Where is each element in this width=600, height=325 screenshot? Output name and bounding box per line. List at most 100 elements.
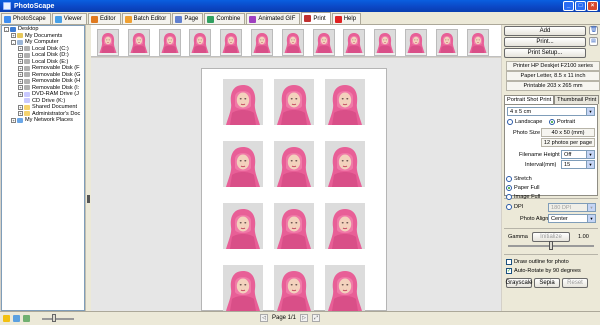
rotate-icon[interactable]	[13, 315, 20, 322]
stretch-label: Stretch	[514, 176, 532, 182]
prev-page-button[interactable]: ◁	[260, 314, 268, 322]
expand-toggle-icon[interactable]: +	[18, 46, 23, 52]
tab-page[interactable]: Page	[172, 13, 204, 24]
tree-item[interactable]: + My Network Places	[2, 117, 84, 124]
photo-thumbnail[interactable]	[97, 29, 119, 56]
tree-item-label: My Computer	[25, 39, 59, 46]
tab-animated-gif[interactable]: Animated GIF	[246, 13, 301, 24]
dpi-radio[interactable]: DPI	[506, 204, 523, 210]
maximize-button[interactable]: □	[575, 1, 586, 11]
expand-toggle-icon[interactable]: +	[18, 78, 23, 84]
zoom-slider-track[interactable]	[42, 318, 74, 320]
draw-outline-checkbox[interactable]: Draw outline for photo	[506, 259, 569, 265]
tab-combine[interactable]: Combine	[204, 13, 246, 24]
next-page-button[interactable]: ▷	[300, 314, 309, 322]
photo-thumbnail[interactable]	[251, 29, 273, 56]
dpi-radio-dot	[506, 204, 512, 210]
photo-thumbnail[interactable]	[405, 29, 427, 56]
tab-label: Editor	[99, 16, 116, 22]
star-icon[interactable]	[3, 315, 10, 322]
expand-toggle-icon[interactable]: +	[18, 72, 23, 78]
folder-icon[interactable]	[23, 315, 30, 322]
grayscale-button[interactable]: Grayscale	[506, 278, 533, 288]
photo-thumbnail[interactable]	[374, 29, 397, 56]
tab-batch-editor[interactable]: Batch Editor	[121, 13, 172, 24]
zoom-slider-handle[interactable]	[52, 314, 56, 322]
photo-thumbnail[interactable]	[189, 29, 212, 56]
expand-toggle-icon[interactable]: +	[18, 52, 23, 58]
photo-thumbnail[interactable]	[281, 29, 304, 56]
print-button[interactable]: Print...	[504, 37, 586, 47]
paper-full-radio-dot	[506, 185, 512, 191]
fit-icon[interactable]: ⤢	[312, 314, 321, 322]
tab-label: Page	[184, 16, 199, 22]
printed-photo	[274, 79, 314, 125]
tab-photoscape[interactable]: PhotoScape	[1, 13, 51, 24]
tab-portrait-shot-print[interactable]: Portrait Shot Print	[504, 95, 555, 104]
tree-item-label: Local Disk (D:)	[32, 52, 69, 59]
expand-toggle-icon[interactable]: +	[11, 117, 16, 123]
folder-tree[interactable]: - Desktop + My Documents - My Computer + Local …	[1, 25, 85, 311]
stretch-radio[interactable]: Stretch	[506, 176, 532, 182]
photo-align-select[interactable]: Center ▼	[548, 214, 596, 223]
landscape-radio[interactable]: Landscape	[507, 119, 542, 125]
paper-full-radio[interactable]: Paper Full	[506, 185, 540, 191]
thumbnail-strip	[91, 25, 501, 57]
expand-toggle-icon[interactable]: +	[18, 59, 23, 65]
photo-thumbnail[interactable]	[158, 29, 181, 56]
tab-print[interactable]: Print	[301, 12, 331, 24]
tab-viewer[interactable]: Viewer	[51, 13, 87, 24]
photo-align-value: Center	[551, 215, 568, 222]
tab-help[interactable]: Help	[331, 13, 362, 24]
interval-select[interactable]: 15 ▼	[561, 160, 595, 169]
splitter-grip[interactable]	[87, 195, 90, 203]
expand-toggle-icon[interactable]: -	[11, 39, 16, 45]
tab-editor[interactable]: Editor	[87, 13, 121, 24]
printed-photo	[274, 203, 314, 249]
fold-icon	[24, 111, 30, 117]
tree-item-label: Local Disk (E:)	[32, 58, 69, 65]
expand-toggle-icon[interactable]: +	[18, 65, 23, 71]
expand-toggle-icon[interactable]: +	[18, 111, 23, 117]
filename-height-select[interactable]: Off ▼	[561, 150, 595, 159]
dvd-icon	[24, 91, 30, 97]
auto-rotate-checkbox[interactable]: ✓ Auto-Rotate by 90 degrees	[506, 268, 581, 274]
divider	[504, 228, 598, 229]
minimize-button[interactable]: _	[563, 1, 574, 11]
disk-icon	[24, 52, 30, 58]
comp-icon	[17, 39, 23, 45]
photo-thumbnail[interactable]	[220, 29, 243, 56]
tab-thumbnail-print[interactable]: Thumbnail Print	[554, 95, 600, 104]
image-full-radio[interactable]: Image Full	[506, 194, 540, 200]
expand-toggle-icon[interactable]: +	[18, 85, 23, 91]
tree-item-label: Local Disk (C:)	[32, 45, 69, 52]
chevron-down-icon: ▼	[587, 215, 595, 222]
paper-full-label: Paper Full	[514, 185, 540, 191]
dpi-select[interactable]: 180 DPI ▼	[548, 203, 596, 212]
close-button[interactable]: ×	[587, 1, 598, 11]
expand-toggle-icon[interactable]: +	[18, 104, 23, 110]
portrait-radio[interactable]: Portrait	[549, 119, 575, 125]
photo-thumbnail[interactable]	[466, 29, 489, 56]
tab-icon	[175, 15, 183, 23]
expand-toggle-icon[interactable]: -	[4, 26, 9, 32]
gamma-slider-handle[interactable]	[549, 241, 553, 250]
tab-icon	[90, 15, 98, 23]
photo-thumbnail[interactable]	[312, 29, 335, 56]
filename-height-label: Filename Height	[519, 152, 560, 158]
photo-size-select[interactable]: 4 x 5 cm ▼	[507, 107, 595, 116]
reset-button[interactable]: Reset	[562, 278, 588, 288]
printer-icon[interactable]: ▤	[589, 37, 598, 46]
trash-icon[interactable]: 🗑	[589, 26, 598, 35]
chevron-down-icon: ▼	[586, 151, 594, 158]
sepia-button[interactable]: Sepia	[534, 278, 560, 288]
photo-thumbnail[interactable]	[343, 29, 366, 56]
photo-thumbnail[interactable]	[127, 29, 150, 56]
portrait-label: Portrait	[557, 119, 576, 125]
expand-toggle-icon[interactable]: +	[18, 91, 23, 97]
photo-thumbnail[interactable]	[435, 29, 458, 56]
tab-label: Animated GIF	[258, 16, 296, 22]
expand-toggle-icon[interactable]: +	[11, 33, 16, 39]
add-button[interactable]: Add	[504, 26, 586, 36]
print-setup-button[interactable]: Print Setup...	[504, 48, 586, 58]
